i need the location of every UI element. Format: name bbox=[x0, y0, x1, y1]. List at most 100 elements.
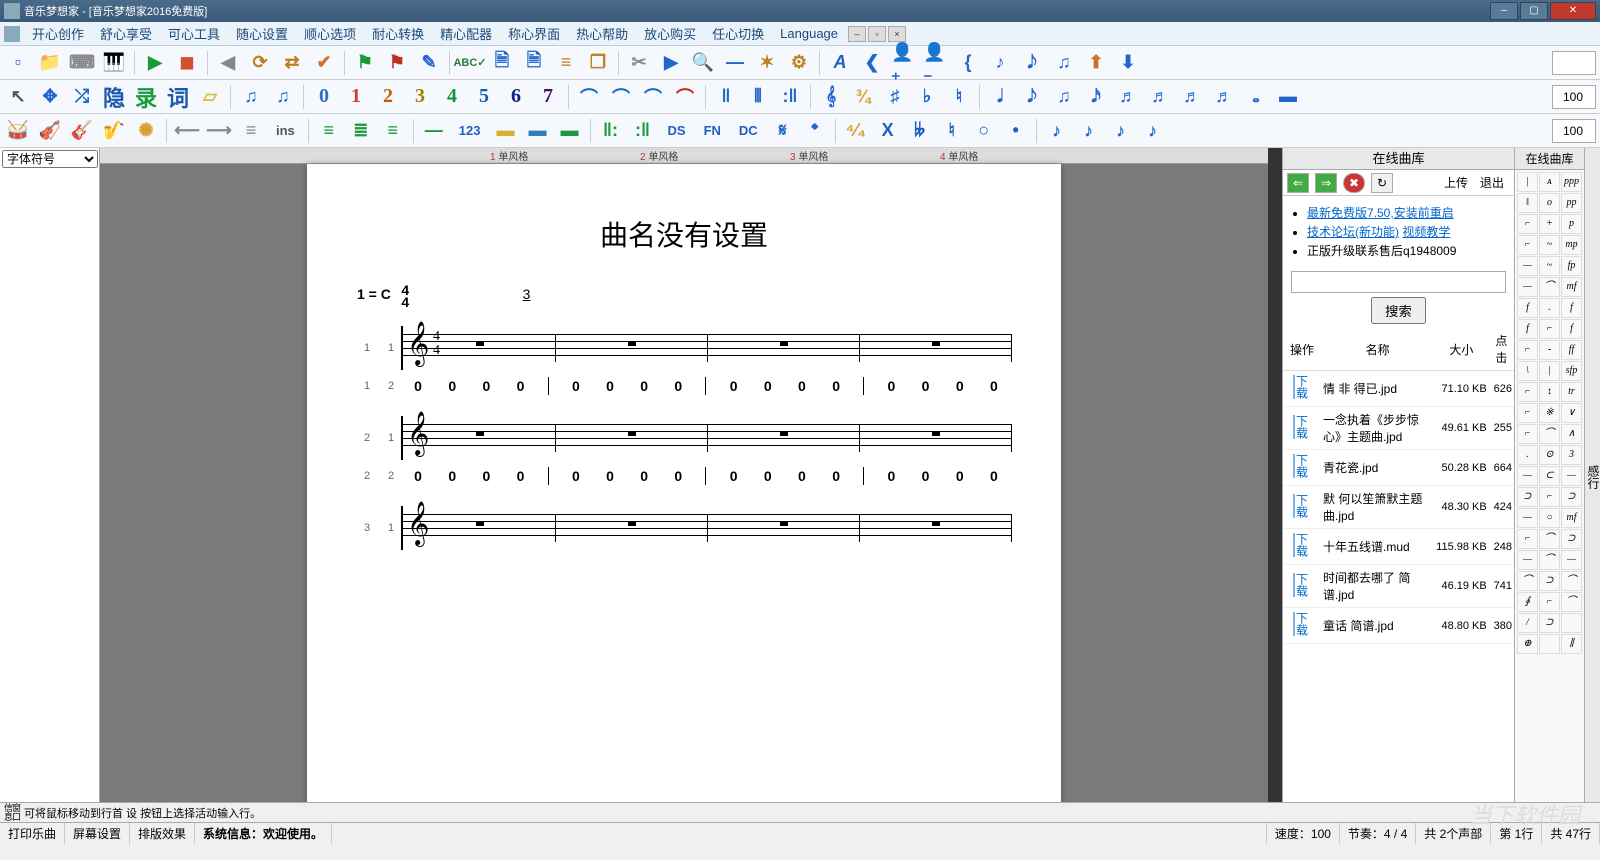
menu-item[interactable]: 顺心选项 bbox=[304, 24, 356, 43]
menu-item[interactable]: 可心工具 bbox=[168, 24, 220, 43]
symbol-font-select[interactable]: 字体符号 bbox=[2, 150, 98, 168]
symbol-cell[interactable]: ⌐ bbox=[1517, 340, 1538, 360]
back-arrow-icon[interactable]: ❮ bbox=[858, 49, 886, 77]
tool-icon[interactable]: ✎ bbox=[415, 49, 443, 77]
symbol-cell[interactable]: ∧ bbox=[1561, 424, 1582, 444]
staff-numbered[interactable]: 0000000000000000 bbox=[401, 374, 1011, 398]
sax-icon[interactable]: 🎷 bbox=[100, 117, 128, 145]
symbol-cell[interactable]: ‖ bbox=[1517, 193, 1538, 213]
menu-item[interactable]: 精心配器 bbox=[440, 24, 492, 43]
coda-icon[interactable]: 𝄌 bbox=[801, 117, 829, 145]
number-7-button[interactable]: 7 bbox=[534, 83, 562, 111]
cut-icon[interactable]: ✂ bbox=[625, 49, 653, 77]
symbol-cell[interactable]: ⊃ bbox=[1561, 529, 1582, 549]
symbol-cell[interactable]: ※ bbox=[1539, 403, 1560, 423]
ins-button[interactable]: ins bbox=[269, 117, 302, 145]
timesig-icon[interactable]: ¾ bbox=[849, 83, 877, 111]
text-a-icon[interactable]: A bbox=[826, 49, 854, 77]
symbol-cell[interactable]: o bbox=[1539, 193, 1560, 213]
repeat-end-icon[interactable]: :‖ bbox=[629, 117, 657, 145]
lib-stop-icon[interactable]: ✖ bbox=[1343, 173, 1365, 193]
timesig2-icon[interactable]: ⁴⁄₄ bbox=[842, 117, 870, 145]
double-flat-icon[interactable]: 𝄫 bbox=[906, 117, 934, 145]
grace1-icon[interactable]: 𝆕 bbox=[1043, 117, 1071, 145]
abc-check-icon[interactable]: ABC✓ bbox=[456, 49, 484, 77]
new-file-icon[interactable]: ▫ bbox=[4, 49, 32, 77]
barline1-icon[interactable]: ‖ bbox=[712, 83, 740, 111]
staff-five-line[interactable]: 𝄞 bbox=[401, 416, 1011, 460]
symbol-cell[interactable]: fp bbox=[1561, 256, 1582, 276]
grace3-icon[interactable]: 𝆕 bbox=[1107, 117, 1135, 145]
drums-icon[interactable]: 🥁 bbox=[4, 117, 32, 145]
symbol-cell[interactable]: — bbox=[1517, 256, 1538, 276]
treble-clef-icon[interactable]: 𝄞 bbox=[817, 83, 845, 111]
record-char[interactable]: 录 bbox=[132, 83, 160, 111]
toolbar2-spin[interactable] bbox=[1552, 85, 1596, 109]
stack-icon[interactable]: ≡ bbox=[552, 49, 580, 77]
library-tab[interactable]: 在线曲库 bbox=[1283, 148, 1514, 170]
download-link[interactable]: 下载 bbox=[1294, 494, 1311, 518]
lib-upload-button[interactable]: 上传 bbox=[1444, 174, 1468, 191]
eraser-icon[interactable]: ▱ bbox=[196, 83, 224, 111]
beam5-icon[interactable]: ♬ bbox=[1178, 83, 1206, 111]
symbol-cell[interactable]: — bbox=[1517, 508, 1538, 528]
sharp-icon[interactable]: ♯ bbox=[881, 83, 909, 111]
mdi-close[interactable]: × bbox=[888, 26, 906, 42]
lib-back-icon[interactable]: ⇐ bbox=[1287, 173, 1309, 193]
symbol-cell[interactable]: tr bbox=[1561, 382, 1582, 402]
beam-icon[interactable]: ♫ bbox=[237, 83, 265, 111]
prev-icon[interactable]: ◀ bbox=[214, 49, 242, 77]
download-link[interactable]: 下载 bbox=[1294, 573, 1311, 597]
upload-icon[interactable]: ⬆ bbox=[1082, 49, 1110, 77]
stop-icon[interactable]: ◼ bbox=[173, 49, 201, 77]
symbol-cell[interactable]: . bbox=[1539, 298, 1560, 318]
doc-icon[interactable]: 🗎 bbox=[488, 49, 516, 77]
mdi-restore[interactable]: ▫ bbox=[868, 26, 886, 42]
refresh-icon[interactable]: ⟳ bbox=[246, 49, 274, 77]
mdi-minimize[interactable]: – bbox=[848, 26, 866, 42]
minus-icon[interactable]: — bbox=[721, 49, 749, 77]
lib-exit-button[interactable]: 退出 bbox=[1480, 174, 1504, 191]
symbol-cell[interactable]: | bbox=[1539, 361, 1560, 381]
slur1-icon[interactable]: ⌒ bbox=[575, 83, 603, 111]
symbol-cell[interactable]: — bbox=[1517, 550, 1538, 570]
beam3-icon[interactable]: ♬ bbox=[1114, 83, 1142, 111]
zoom-in-icon[interactable]: 🔍 bbox=[689, 49, 717, 77]
score-scrollbar[interactable] bbox=[1268, 148, 1282, 802]
symbol-cell[interactable]: ~ bbox=[1539, 256, 1560, 276]
menu-item[interactable]: 任心切换 bbox=[712, 24, 764, 43]
beam6-icon[interactable]: ♬ bbox=[1210, 83, 1238, 111]
minimize-button[interactable]: – bbox=[1490, 2, 1518, 20]
flag-red-icon[interactable]: ⚑ bbox=[383, 49, 411, 77]
swap-icon[interactable]: ⇄ bbox=[278, 49, 306, 77]
move-icon[interactable]: ✥ bbox=[36, 83, 64, 111]
status-cell[interactable]: 屏幕设置 bbox=[65, 823, 130, 844]
list-green2-icon[interactable]: ≣ bbox=[347, 117, 375, 145]
eighth-note-icon[interactable]: 𝅘𝅥𝅮 bbox=[1018, 83, 1046, 111]
dash-green-icon[interactable]: — bbox=[420, 117, 448, 145]
symbol-cell[interactable]: ⌒ bbox=[1539, 277, 1560, 297]
symbol-cell[interactable]: ⌐ bbox=[1539, 319, 1560, 339]
music-icon[interactable]: ♫ bbox=[1050, 49, 1078, 77]
check-icon[interactable]: ✔ bbox=[310, 49, 338, 77]
circle-icon[interactable]: ○ bbox=[970, 117, 998, 145]
symbol-cell[interactable]: — bbox=[1561, 466, 1582, 486]
symbol-cell[interactable]: mp bbox=[1561, 235, 1582, 255]
symbol-cell[interactable]: ~ bbox=[1539, 235, 1560, 255]
symbol-cell[interactable]: ⌐ bbox=[1517, 529, 1538, 549]
flat-icon[interactable]: ♭ bbox=[913, 83, 941, 111]
slur4-icon[interactable]: ⌒ bbox=[671, 83, 699, 111]
download-link[interactable]: 下载 bbox=[1294, 612, 1311, 636]
slur3-icon[interactable]: ⌒ bbox=[639, 83, 667, 111]
download-icon[interactable]: ⬇ bbox=[1114, 49, 1142, 77]
download-link[interactable]: 下载 bbox=[1294, 454, 1311, 478]
arrow-right-icon[interactable]: ⟶ bbox=[205, 117, 233, 145]
download-link[interactable]: 下载 bbox=[1294, 415, 1311, 439]
symbol-cell[interactable]: 3 bbox=[1561, 445, 1582, 465]
symbol-cell[interactable]: mf bbox=[1561, 277, 1582, 297]
whole-note-icon[interactable]: 𝅝 bbox=[1242, 83, 1270, 111]
lyric-char[interactable]: 词 bbox=[164, 83, 192, 111]
symbol-cell[interactable]: ∨ bbox=[1561, 403, 1582, 423]
open-folder-icon[interactable]: 📁 bbox=[36, 49, 64, 77]
close-button[interactable]: ✕ bbox=[1550, 2, 1596, 20]
